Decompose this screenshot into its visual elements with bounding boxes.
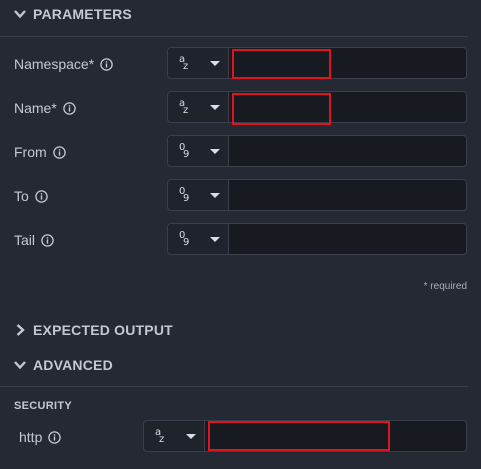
info-icon[interactable] bbox=[100, 57, 113, 71]
tail-input[interactable] bbox=[229, 224, 466, 254]
info-icon[interactable] bbox=[35, 189, 48, 203]
caret-down-icon bbox=[210, 105, 220, 110]
http-input[interactable] bbox=[205, 421, 466, 451]
caret-down-icon bbox=[210, 61, 220, 66]
tail-row: Tail 09 bbox=[0, 223, 481, 257]
number-type-icon: 09 bbox=[179, 142, 190, 160]
expected-output-section-header[interactable]: EXPECTED OUTPUT bbox=[0, 316, 481, 344]
number-type-icon: 09 bbox=[179, 230, 190, 248]
from-field: 09 bbox=[167, 135, 467, 167]
from-type-select[interactable]: 09 bbox=[168, 136, 229, 166]
string-type-icon: az bbox=[155, 427, 165, 445]
chevron-right-icon bbox=[16, 324, 25, 336]
advanced-section-title: ADVANCED bbox=[33, 357, 113, 373]
info-icon[interactable] bbox=[63, 101, 76, 115]
from-row: From 09 bbox=[0, 135, 481, 169]
name-row: Name* az bbox=[0, 91, 481, 125]
http-label: http bbox=[19, 420, 62, 454]
http-field: az bbox=[143, 420, 467, 452]
to-input[interactable] bbox=[229, 180, 466, 210]
security-heading: SECURITY bbox=[14, 400, 73, 412]
divider bbox=[0, 36, 468, 37]
parameters-section-title: PARAMETERS bbox=[33, 6, 132, 22]
parameters-section-header[interactable]: PARAMETERS bbox=[0, 0, 481, 28]
name-field: az bbox=[167, 91, 467, 123]
http-type-select[interactable]: az bbox=[144, 421, 205, 451]
number-type-icon: 09 bbox=[179, 186, 190, 204]
caret-down-icon bbox=[210, 237, 220, 242]
caret-down-icon bbox=[210, 149, 220, 154]
advanced-section-header[interactable]: ADVANCED bbox=[0, 351, 481, 379]
name-label: Name* bbox=[14, 91, 76, 125]
namespace-type-select[interactable]: az bbox=[168, 48, 229, 78]
name-type-select[interactable]: az bbox=[168, 92, 229, 122]
info-icon[interactable] bbox=[52, 145, 66, 159]
expected-output-section-title: EXPECTED OUTPUT bbox=[33, 322, 173, 338]
chevron-down-icon bbox=[14, 361, 26, 370]
to-label: To bbox=[14, 179, 48, 213]
string-type-icon: az bbox=[179, 54, 189, 72]
name-input[interactable] bbox=[229, 92, 466, 122]
from-label: From bbox=[14, 135, 66, 169]
to-row: To 09 bbox=[0, 179, 481, 213]
chevron-down-icon bbox=[14, 10, 26, 19]
required-note: * required bbox=[423, 281, 467, 292]
divider bbox=[0, 386, 468, 387]
tail-type-select[interactable]: 09 bbox=[168, 224, 229, 254]
namespace-field: az bbox=[167, 47, 467, 79]
http-row: http az bbox=[0, 420, 481, 454]
from-input[interactable] bbox=[229, 136, 466, 166]
caret-down-icon bbox=[186, 434, 196, 439]
to-type-select[interactable]: 09 bbox=[168, 180, 229, 210]
caret-down-icon bbox=[210, 193, 220, 198]
tail-label: Tail bbox=[14, 223, 54, 257]
namespace-label: Namespace* bbox=[14, 47, 113, 81]
string-type-icon: az bbox=[179, 98, 189, 116]
to-field: 09 bbox=[167, 179, 467, 211]
info-icon[interactable] bbox=[41, 233, 54, 247]
namespace-input[interactable] bbox=[229, 48, 466, 78]
namespace-row: Namespace* az bbox=[0, 47, 481, 81]
tail-field: 09 bbox=[167, 223, 467, 255]
info-icon[interactable] bbox=[48, 430, 62, 444]
